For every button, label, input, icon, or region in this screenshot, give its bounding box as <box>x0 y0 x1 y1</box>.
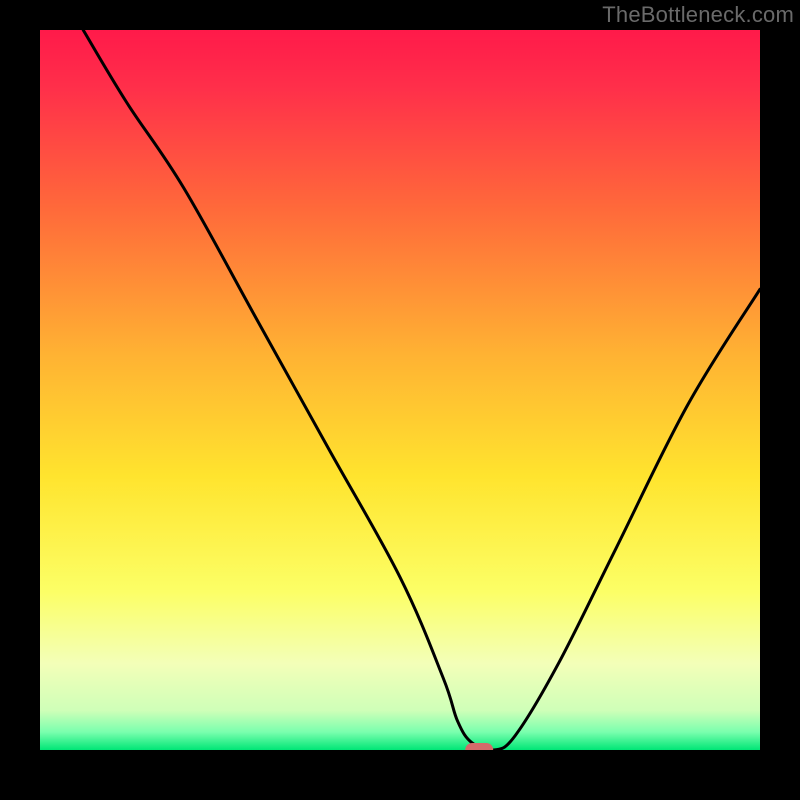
plot-area <box>40 30 760 750</box>
optimal-marker <box>465 743 493 750</box>
gradient-rect <box>40 30 760 750</box>
watermark-text: TheBottleneck.com <box>602 2 794 28</box>
chart-svg <box>40 30 760 750</box>
chart-frame: TheBottleneck.com <box>0 0 800 800</box>
